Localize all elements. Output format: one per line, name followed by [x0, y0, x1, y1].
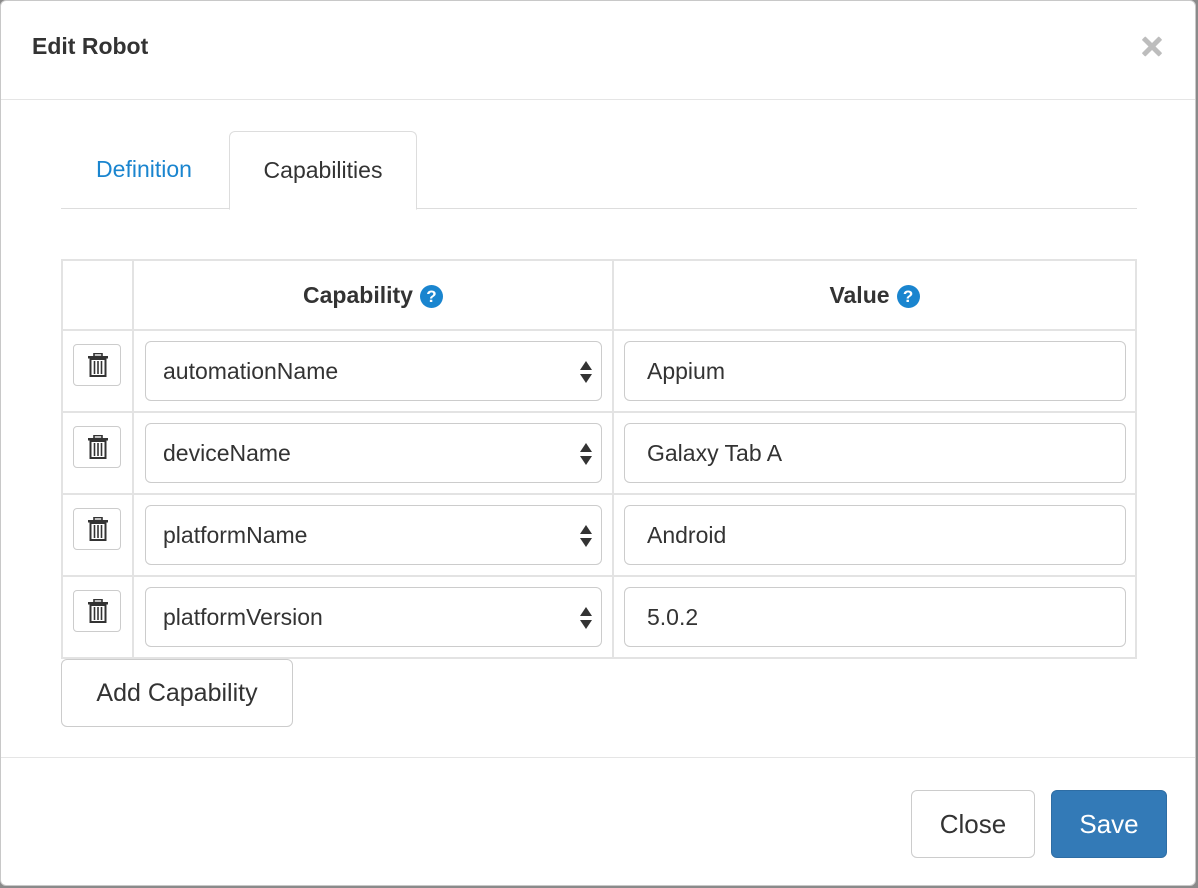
capability-select-value: automationName [163, 358, 339, 384]
dialog-footer: Close Save [1, 757, 1195, 885]
capability-select-value: deviceName [163, 440, 291, 466]
table-row: platformName Android [61, 493, 1137, 577]
trash-icon [88, 353, 108, 377]
capability-select-value: platformVersion [163, 604, 323, 630]
capability-cell: platformVersion [132, 575, 614, 659]
capability-select[interactable]: platformVersion [145, 587, 602, 647]
table-row: platformVersion 5.0.2 [61, 575, 1137, 659]
delete-row-button[interactable] [73, 344, 121, 386]
capabilities-table: Capability? Value? automationName Appium… [61, 259, 1137, 659]
delete-cell [61, 411, 134, 495]
value-input[interactable]: Android [624, 505, 1126, 565]
trash-icon [88, 435, 108, 459]
table-row: deviceName Galaxy Tab A [61, 411, 1137, 495]
save-button[interactable]: Save [1051, 790, 1167, 858]
add-capability-button[interactable]: Add Capability [61, 659, 293, 727]
table-header-row: Capability? Value? [61, 259, 1137, 331]
value-input[interactable]: Galaxy Tab A [624, 423, 1126, 483]
select-arrows-icon [580, 361, 592, 383]
capability-header-label: Capability [303, 281, 413, 308]
value-input[interactable]: Appium [624, 341, 1126, 401]
value-cell: Galaxy Tab A [612, 411, 1137, 495]
tab-definition[interactable]: Definition [61, 131, 227, 209]
capability-select[interactable]: deviceName [145, 423, 602, 483]
capability-column-header: Capability? [132, 259, 614, 331]
value-cell: Appium [612, 329, 1137, 413]
close-button[interactable]: Close [911, 790, 1035, 858]
capability-cell: platformName [132, 493, 614, 577]
trash-icon [88, 599, 108, 623]
capability-cell: deviceName [132, 411, 614, 495]
delete-row-button[interactable] [73, 590, 121, 632]
value-cell: 5.0.2 [612, 575, 1137, 659]
delete-row-button[interactable] [73, 426, 121, 468]
select-arrows-icon [580, 443, 592, 465]
tab-bar: Definition Capabilities [61, 131, 1137, 210]
capability-select[interactable]: platformName [145, 505, 602, 565]
dialog-header: Edit Robot [1, 1, 1195, 100]
edit-robot-dialog: Edit Robot Definition Capabilities Capab… [0, 0, 1196, 886]
trash-icon [88, 517, 108, 541]
table-row: automationName Appium [61, 329, 1137, 413]
delete-column-header [61, 259, 134, 331]
close-icon[interactable] [1137, 31, 1167, 61]
capability-cell: automationName [132, 329, 614, 413]
value-input[interactable]: 5.0.2 [624, 587, 1126, 647]
question-circle-icon[interactable]: ? [419, 284, 443, 308]
value-column-header: Value? [612, 259, 1137, 331]
select-arrows-icon [580, 607, 592, 629]
capability-select-value: platformName [163, 522, 308, 548]
delete-cell [61, 329, 134, 413]
delete-cell [61, 493, 134, 577]
select-arrows-icon [580, 525, 592, 547]
value-cell: Android [612, 493, 1137, 577]
value-header-label: Value [829, 281, 890, 308]
question-circle-icon[interactable]: ? [896, 284, 920, 308]
capability-select[interactable]: automationName [145, 341, 602, 401]
dialog-title: Edit Robot [32, 33, 149, 59]
tab-capabilities[interactable]: Capabilities [229, 131, 417, 210]
delete-cell [61, 575, 134, 659]
delete-row-button[interactable] [73, 508, 121, 550]
